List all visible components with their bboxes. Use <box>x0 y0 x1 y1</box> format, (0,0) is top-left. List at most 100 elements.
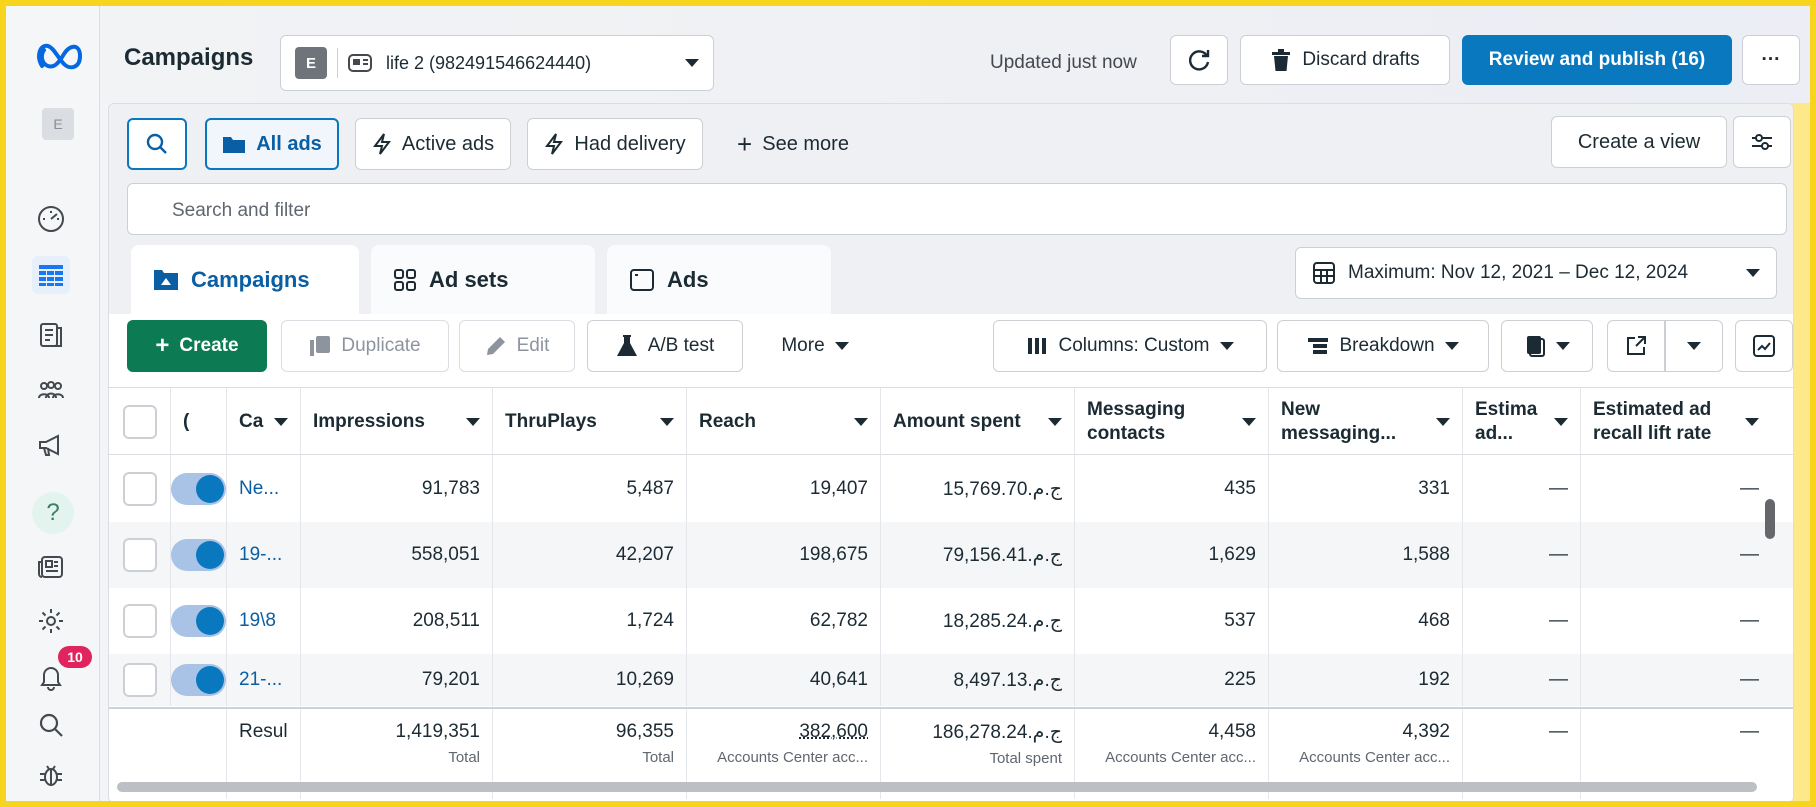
header-estima[interactable]: Estima ad... <box>1463 388 1581 456</box>
date-range-selector[interactable]: Maximum: Nov 12, 2021 – Dec 12, 2024 <box>1295 247 1777 299</box>
horizontal-scrollbar[interactable] <box>117 782 1757 792</box>
all-ads-label: All ads <box>256 132 322 155</box>
tab-campaigns[interactable]: Campaigns <box>131 245 359 315</box>
reports-dropdown-button[interactable] <box>1501 320 1593 372</box>
header-messaging-contacts[interactable]: Messaging contacts <box>1075 388 1269 456</box>
totals-reach-value[interactable]: 382,600 <box>699 721 868 743</box>
charts-button[interactable] <box>1735 320 1793 372</box>
campaign-name-cell: Ne... <box>227 456 301 522</box>
table-row[interactable]: 21-... 79,201 10,269 40,641 ج.م.8,497.13 225 1… <box>109 654 1793 706</box>
table-row[interactable]: Ne... 91,783 5,487 19,407 ج.م.15,769.70 435 33… <box>109 456 1793 522</box>
account-selector[interactable]: E life 2 (982491546624440) <box>280 35 714 91</box>
filter-all-ads[interactable]: All ads <box>205 118 339 170</box>
table-row[interactable]: 19\8 208,511 1,724 62,782 ج.م.18,285.24 537 46… <box>109 588 1793 654</box>
campaign-name-link[interactable]: Ne... <box>239 478 279 500</box>
tab-ads[interactable]: Ads <box>607 245 831 315</box>
filter-active-ads[interactable]: Active ads <box>355 118 511 170</box>
filter-had-delivery[interactable]: Had delivery <box>527 118 703 170</box>
header-amount-spent[interactable]: Amount spent <box>881 388 1075 456</box>
cell-reach-value: 62,782 <box>809 610 868 631</box>
breakdown-selector[interactable]: Breakdown <box>1277 320 1489 372</box>
create-button[interactable]: + Create <box>127 320 267 372</box>
cell-estima-value: — <box>1549 669 1568 690</box>
cell-estima: — <box>1463 654 1581 706</box>
row-checkbox[interactable] <box>122 472 157 506</box>
settings-gear-icon[interactable] <box>32 602 70 640</box>
row-checkbox[interactable] <box>122 663 157 697</box>
ab-test-button[interactable]: A/B test <box>587 320 743 372</box>
header-off-on[interactable]: ( <box>171 388 227 456</box>
header-impressions[interactable]: Impressions <box>301 388 493 456</box>
pencil-icon <box>486 337 505 355</box>
campaign-on-off-toggle[interactable] <box>171 664 226 696</box>
header-reach[interactable]: Reach <box>687 388 881 456</box>
search-toggle-button[interactable] <box>127 118 187 170</box>
cell-reach-value: 40,641 <box>809 669 868 690</box>
more-options-button[interactable]: ··· <box>1742 35 1800 85</box>
table-row[interactable]: 19-... 558,051 42,207 198,675 ج.م.79,156.41 1… <box>109 522 1793 588</box>
tab-ad-sets-label: Ad sets <box>429 267 509 292</box>
row-toggle-cell <box>171 654 227 706</box>
campaign-name-cell: 19\8 <box>227 588 301 654</box>
cell-contacts-value: 435 <box>1224 478 1256 499</box>
export-button[interactable] <box>1607 320 1665 372</box>
header-thruplays[interactable]: ThruPlays <box>493 388 687 456</box>
create-view-button[interactable]: Create a view <box>1551 116 1727 168</box>
export-dropdown-button[interactable] <box>1665 320 1723 372</box>
duplicate-button[interactable]: Duplicate <box>281 320 449 372</box>
campaign-on-off-toggle[interactable] <box>171 473 226 505</box>
help-question-icon[interactable]: ? <box>32 492 74 534</box>
more-actions-button[interactable]: More <box>755 320 875 372</box>
header-select-all[interactable] <box>109 388 171 456</box>
create-view-label: Create a view <box>1577 130 1701 153</box>
select-all-checkbox[interactable] <box>122 405 157 439</box>
ads-manager-table-icon[interactable] <box>32 256 70 294</box>
bug-report-icon[interactable] <box>32 756 70 794</box>
row-checkbox[interactable] <box>122 538 157 572</box>
totals-impressions-value: 1,419,351 <box>395 721 480 742</box>
header-new-messaging[interactable]: New messaging... <box>1269 388 1463 456</box>
dashboard-gauge-icon[interactable] <box>32 200 70 238</box>
audience-people-icon[interactable] <box>32 372 70 410</box>
tab-ad-sets[interactable]: Ad sets <box>371 245 595 315</box>
campaign-name-link[interactable]: 19\8 <box>239 610 276 632</box>
edit-button[interactable]: Edit <box>459 320 575 372</box>
cell-reach: 198,675 <box>687 522 881 588</box>
chevron-down-icon <box>1444 342 1459 350</box>
filter-settings-button[interactable] <box>1733 116 1791 168</box>
pages-icon[interactable] <box>32 316 70 354</box>
columns-selector[interactable]: Columns: Custom <box>993 320 1267 372</box>
duplicate-icon <box>310 336 331 356</box>
totals-reach-sub: Accounts Center acc... <box>717 749 868 766</box>
see-more-button[interactable]: + See more <box>715 118 871 170</box>
row-select-cell <box>109 588 171 654</box>
search-icon[interactable] <box>32 706 70 744</box>
cell-impressions-value: 558,051 <box>411 544 480 565</box>
more-label: More <box>781 335 825 356</box>
header-campaign[interactable]: Ca <box>227 388 301 456</box>
discard-drafts-button[interactable]: Discard drafts <box>1240 35 1450 85</box>
cell-recall: — <box>1581 456 1771 522</box>
publish-label: Review and publish (16) <box>1488 49 1706 70</box>
megaphone-icon[interactable] <box>32 426 70 464</box>
totals-thruplays-value: 96,355 <box>615 721 674 742</box>
vertical-scrollbar[interactable] <box>1765 499 1775 539</box>
refresh-button[interactable] <box>1170 35 1228 85</box>
meta-logo-icon[interactable] <box>36 42 84 70</box>
account-avatar[interactable]: E <box>42 108 74 140</box>
row-checkbox[interactable] <box>122 604 157 638</box>
header-amount-spent-label: Amount spent <box>893 411 1021 433</box>
review-and-publish-button[interactable]: Review and publish (16) <box>1462 35 1732 85</box>
search-and-filter-input[interactable]: Search and filter <box>127 183 1787 235</box>
cell-estima-value: — <box>1549 544 1568 565</box>
header-recall-lift-label: Estimated ad recall lift rate <box>1593 399 1712 444</box>
table-header: ( Ca Impressions ThruPlays Reach Amount … <box>109 387 1793 456</box>
export-icon <box>1627 336 1646 355</box>
campaign-on-off-toggle[interactable] <box>171 539 226 571</box>
cell-recall: — <box>1581 522 1771 588</box>
news-feed-icon[interactable] <box>32 548 70 586</box>
campaign-name-link[interactable]: 19-... <box>239 544 282 566</box>
campaign-on-off-toggle[interactable] <box>171 605 226 637</box>
header-recall-lift[interactable]: Estimated ad recall lift rate <box>1581 388 1771 456</box>
campaign-name-link[interactable]: 21-... <box>239 669 282 691</box>
